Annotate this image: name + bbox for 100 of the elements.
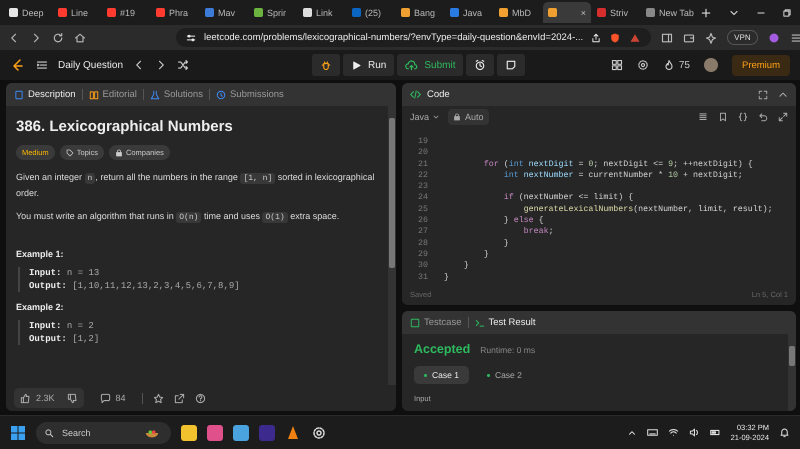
- case-tab[interactable]: Case 1: [414, 366, 469, 384]
- browser-tab[interactable]: Link: [298, 2, 346, 23]
- notes-button[interactable]: [497, 54, 526, 76]
- example-heading: Example 2:: [16, 302, 65, 312]
- help-icon[interactable]: [194, 392, 206, 404]
- expand-icon[interactable]: [778, 112, 788, 122]
- braces-icon[interactable]: [738, 112, 748, 122]
- runtime-text: Runtime: 0 ms: [480, 345, 536, 355]
- example-line: Output: [1,10,11,12,13,2,3,4,5,6,7,8,9]: [29, 280, 241, 292]
- format-icon[interactable]: [698, 112, 708, 122]
- browser-tab[interactable]: Mav: [200, 2, 248, 23]
- menu-icon[interactable]: [790, 32, 800, 44]
- scrollbar[interactable]: [388, 106, 396, 385]
- undo-icon[interactable]: [758, 112, 768, 122]
- case-tab[interactable]: Case 2: [476, 366, 532, 384]
- run-button[interactable]: Run: [343, 54, 394, 76]
- grid-icon[interactable]: [610, 59, 623, 71]
- line-number: 22: [417, 170, 429, 182]
- sidebar-icon[interactable]: [661, 32, 674, 44]
- notepad-app-icon[interactable]: [233, 424, 249, 440]
- submit-button[interactable]: Submit: [397, 54, 464, 76]
- restore-icon[interactable]: [782, 8, 792, 18]
- collapse-icon[interactable]: [778, 90, 788, 100]
- line-number: 24: [417, 192, 429, 204]
- cloud-upload-icon: [405, 58, 418, 72]
- panel-tab[interactable]: Description: [14, 89, 76, 100]
- code-line: }: [444, 272, 449, 283]
- search-icon: [44, 428, 54, 438]
- shuffle-icon[interactable]: [177, 59, 190, 71]
- avatar[interactable]: [704, 58, 718, 72]
- description-icon[interactable]: [14, 90, 24, 100]
- reload-icon[interactable]: [52, 32, 64, 44]
- volume-icon[interactable]: [688, 427, 700, 438]
- vpn-button[interactable]: VPN: [727, 30, 758, 45]
- code-line: } else {: [502, 215, 544, 226]
- browser-tab[interactable]: Phra: [151, 2, 199, 23]
- wallet-icon[interactable]: [683, 32, 696, 44]
- folder-app-icon[interactable]: [181, 424, 197, 440]
- debug-button[interactable]: [312, 54, 340, 76]
- alarm-button[interactable]: [466, 54, 494, 76]
- triangle-icon[interactable]: [629, 32, 642, 44]
- flask-icon[interactable]: [150, 90, 160, 100]
- panel-tab[interactable]: Submissions: [216, 89, 284, 100]
- problem-title: 386. Lexicographical Numbers: [16, 118, 234, 135]
- browser-tab[interactable]: Sprir: [249, 2, 297, 23]
- browser-tab[interactable]: Bang: [396, 2, 444, 23]
- daily-question-link[interactable]: Daily Question: [58, 60, 124, 70]
- language-dropdown[interactable]: Java: [410, 112, 440, 122]
- panel-tab[interactable]: Testcase: [410, 317, 462, 328]
- browser-tab[interactable]: Java: [445, 2, 493, 23]
- browser-tab[interactable]: Striv: [592, 2, 640, 23]
- bookmark-icon[interactable]: [718, 112, 728, 122]
- panel-tab[interactable]: Solutions: [150, 89, 203, 100]
- browser-tab[interactable]: New Tab: [641, 2, 699, 23]
- lock-icon: [114, 148, 123, 156]
- new-tab-icon[interactable]: [700, 6, 712, 18]
- shield-icon[interactable]: [609, 32, 622, 44]
- cone-icon[interactable]: [285, 424, 301, 440]
- site-settings-icon[interactable]: [186, 32, 196, 42]
- home-icon[interactable]: [74, 32, 86, 44]
- history-icon[interactable]: [216, 90, 226, 100]
- keyboard-icon[interactable]: [646, 427, 658, 438]
- bell-icon[interactable]: [779, 427, 790, 438]
- browser-tab[interactable]: #19: [102, 2, 150, 23]
- chevron-down-icon: [432, 113, 440, 121]
- sparkle-icon[interactable]: [705, 32, 718, 44]
- address-bar[interactable]: leetcode.com/problems/lexicographical-numbers/?envType=daily-question&envId=2024-...: [176, 28, 652, 47]
- line-number: 19: [417, 136, 429, 148]
- streak-count: 75: [678, 60, 690, 70]
- site-favicon-icon: [352, 8, 361, 17]
- browser-tab[interactable]: (25): [347, 2, 395, 23]
- browser-tab[interactable]: Line: [53, 2, 101, 23]
- share-icon[interactable]: [591, 32, 602, 42]
- wifi-icon[interactable]: [668, 427, 679, 438]
- list-icon[interactable]: [36, 59, 48, 71]
- browser-app-icon[interactable]: [207, 424, 223, 440]
- site-favicon-icon: [548, 8, 557, 17]
- panel-tab[interactable]: Test Result: [474, 317, 536, 328]
- star-icon[interactable]: [152, 392, 164, 404]
- profile-icon[interactable]: [768, 32, 780, 44]
- comments-button[interactable]: 84: [94, 392, 132, 404]
- line-number: 23: [417, 181, 429, 192]
- site-favicon-icon: [58, 8, 67, 17]
- line-number: 21: [417, 158, 429, 170]
- start-icon[interactable]: [10, 424, 26, 440]
- battery-icon[interactable]: [710, 427, 721, 438]
- book-icon[interactable]: [88, 90, 99, 100]
- browser-tab[interactable]: ×: [543, 2, 591, 23]
- auto-mode-button[interactable]: Auto: [448, 109, 489, 125]
- code-icon: [410, 89, 421, 100]
- scrollbar[interactable]: [788, 334, 796, 411]
- search-box[interactable]: Search: [36, 422, 171, 444]
- panel-tab[interactable]: Editorial: [88, 89, 137, 100]
- premium-button[interactable]: Premium: [732, 54, 790, 76]
- external-link-icon[interactable]: [174, 392, 185, 404]
- terminal-icon: [474, 318, 484, 328]
- browser-tab[interactable]: MbD: [494, 2, 542, 23]
- checkbox-icon: [410, 318, 420, 328]
- browser-tab[interactable]: Deep: [4, 2, 52, 23]
- fullscreen-icon[interactable]: [758, 90, 768, 100]
